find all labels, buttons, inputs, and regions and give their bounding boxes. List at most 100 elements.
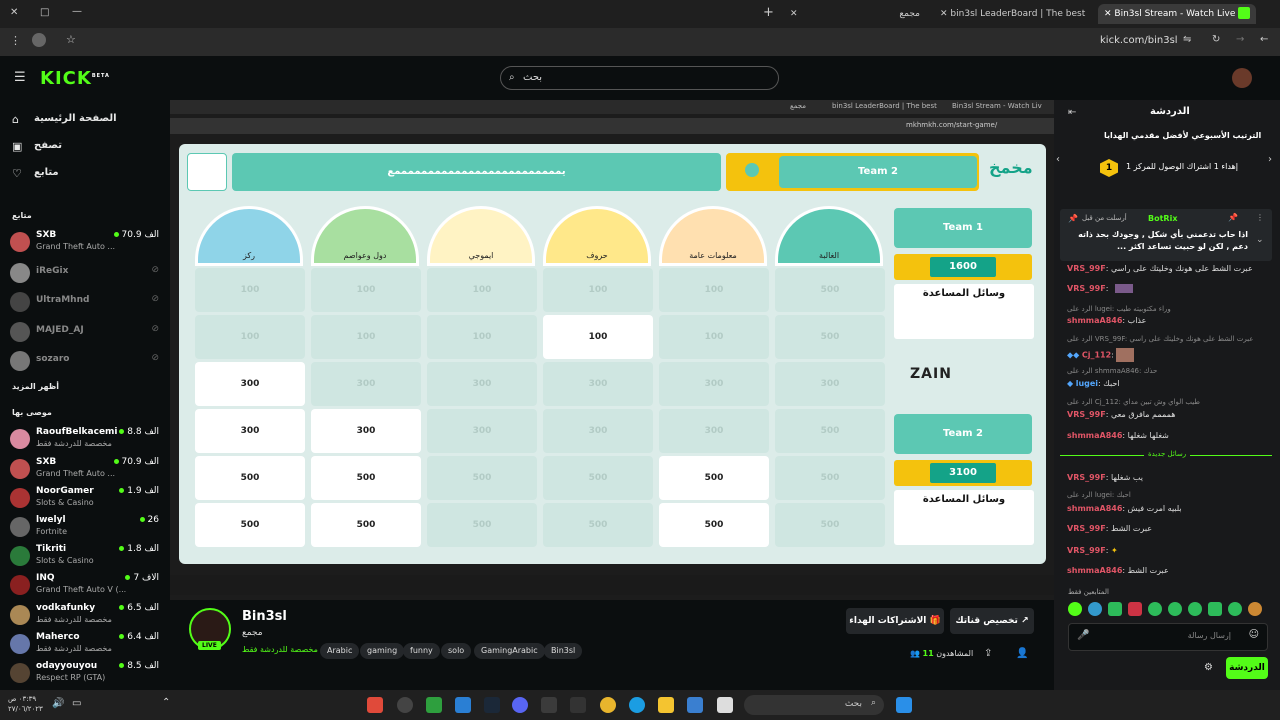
tab-close-icon[interactable]: ✕ bbox=[1104, 9, 1112, 19]
tag[interactable]: Arabic bbox=[320, 643, 360, 659]
sidebar-item-browse[interactable]: تصفح bbox=[34, 140, 62, 151]
emote-icon[interactable] bbox=[1068, 602, 1082, 616]
tag[interactable]: gaming bbox=[360, 643, 405, 659]
chrome-icon[interactable] bbox=[600, 697, 616, 713]
channel-name: iReGix bbox=[36, 266, 69, 276]
browser-tab-1[interactable]: ✕ مجمع bbox=[790, 4, 920, 24]
profile-icon[interactable] bbox=[32, 33, 46, 47]
emote-icon[interactable] bbox=[1168, 602, 1182, 616]
more-options-icon[interactable]: ⋮ bbox=[1256, 213, 1264, 222]
chat-settings-gear-icon[interactable]: ⚙ bbox=[1204, 662, 1213, 673]
emote-icon[interactable] bbox=[1208, 602, 1222, 616]
question-cell: 300 bbox=[659, 362, 769, 406]
following-channel[interactable]: MAJED_AJ ⊘ bbox=[10, 320, 165, 342]
app-icon[interactable] bbox=[455, 697, 471, 713]
bookmark-star-icon[interactable]: ☆ bbox=[66, 33, 76, 46]
discord-icon[interactable] bbox=[512, 697, 528, 713]
user-avatar[interactable] bbox=[1232, 68, 1252, 88]
minimize-icon[interactable]: — bbox=[72, 6, 82, 17]
emote-icon[interactable] bbox=[1148, 602, 1162, 616]
steam-icon[interactable] bbox=[484, 697, 500, 713]
gift-subscriptions-button[interactable]: الاشتراكات الهداء 🎁 bbox=[846, 608, 944, 634]
brave-browser-icon[interactable] bbox=[367, 697, 383, 713]
app-icon[interactable] bbox=[687, 697, 703, 713]
app-icon[interactable] bbox=[541, 697, 557, 713]
tag[interactable]: solo bbox=[441, 643, 472, 659]
emote-icon[interactable] bbox=[1128, 602, 1142, 616]
following-channel[interactable]: sozaro ⊘ bbox=[10, 349, 165, 371]
epic-games-icon[interactable] bbox=[570, 697, 586, 713]
microphone-icon[interactable]: 🎤 bbox=[1077, 630, 1089, 641]
tag[interactable]: funny bbox=[403, 643, 440, 659]
search-bar[interactable]: ⌕ بحث bbox=[500, 66, 779, 90]
recommended-channel[interactable]: lwelyl Fortnite 26 bbox=[10, 515, 165, 537]
pinned-message[interactable]: 📌 أرسلت من قبل BotRix 📌 ⋮ اذا حاب تدعمني… bbox=[1060, 209, 1272, 261]
chat-input[interactable]: 🎤 إرسال رسالة ☺ bbox=[1068, 623, 1268, 651]
following-channel[interactable]: SXB Grand Theft Auto ... 70.9 الف bbox=[10, 230, 165, 252]
expand-icon[interactable]: ⌄ bbox=[1256, 235, 1264, 245]
recommended-channel[interactable]: NoorGamer Slots & Casino 1.9 الف bbox=[10, 486, 165, 508]
browser-tab-2[interactable]: ✕ bin3sl LeaderBoard | The best bbox=[940, 4, 1090, 24]
new-tab-icon[interactable]: + bbox=[763, 5, 774, 20]
question-cell: 500 bbox=[659, 503, 769, 547]
url-field[interactable]: kick.com/bin3sl bbox=[1100, 35, 1178, 46]
recommended-channel[interactable]: INQ Grand Theft Auto V (... 7 الاف bbox=[10, 573, 165, 595]
edge-icon[interactable] bbox=[629, 697, 645, 713]
xbox-icon[interactable] bbox=[426, 697, 442, 713]
network-icon[interactable]: ▭ bbox=[72, 698, 81, 709]
close-window-icon[interactable]: ✕ bbox=[10, 7, 18, 18]
reload-icon[interactable]: ↻ bbox=[1212, 34, 1220, 45]
hamburger-menu-icon[interactable]: ☰ bbox=[14, 70, 26, 85]
share-icon[interactable]: ⇪ bbox=[984, 648, 992, 659]
taskbar-search[interactable]: بحث ⌕ bbox=[744, 695, 884, 715]
leaderboard-prev-icon[interactable]: ‹ bbox=[1056, 154, 1060, 165]
unpin-icon[interactable]: 📌 bbox=[1228, 213, 1238, 222]
maximize-icon[interactable]: □ bbox=[40, 7, 49, 18]
stream-category-link[interactable]: مخصصة للدردشة فقط bbox=[242, 645, 318, 654]
menu-dots-icon[interactable]: ⋮ bbox=[10, 34, 21, 47]
following-channel[interactable]: iReGix ⊘ bbox=[10, 261, 165, 283]
channel-name: RaoufBelkacemi bbox=[36, 427, 118, 437]
kick-logo[interactable]: KICKBETA bbox=[40, 68, 110, 89]
recommended-channel[interactable]: Tikriti Slots & Casino 1.8 الف bbox=[10, 544, 165, 566]
show-more-link[interactable]: أظهر المزيد bbox=[12, 382, 59, 391]
extensions-icon[interactable]: ⇋ bbox=[1183, 34, 1191, 45]
question-cell: 300 bbox=[543, 409, 653, 453]
volume-icon[interactable]: 🔊 bbox=[52, 698, 64, 709]
emoji-picker-icon[interactable]: ☺ bbox=[1249, 629, 1259, 640]
file-explorer-icon[interactable] bbox=[658, 697, 674, 713]
recommended-channel[interactable]: RaoufBelkacemi مخصصة للدردشة فقط 8.8 الف bbox=[10, 427, 165, 449]
chat-send-button[interactable]: الدردشة bbox=[1226, 657, 1268, 679]
recommended-channel[interactable]: vodkafunky مخصصة للدردشة فقط 6.5 الف bbox=[10, 603, 165, 625]
recommended-channel[interactable]: odayyouyou Respect RP (GTA) 8.5 الف bbox=[10, 661, 165, 683]
emote-icon[interactable] bbox=[1228, 602, 1242, 616]
emote-icon[interactable] bbox=[1108, 602, 1122, 616]
recommended-channel[interactable]: Maherco مخصصة للدردشة فقط 6.4 الف bbox=[10, 632, 165, 654]
browser-tab-3-active[interactable]: ✕ Bin3sl Stream - Watch Live on bbox=[1098, 4, 1256, 24]
new-messages-label: رسائل جديدة bbox=[1144, 450, 1191, 458]
sidebar-item-home[interactable]: الصفحة الرئيسية bbox=[34, 113, 117, 124]
browse-icon: ▣ bbox=[12, 140, 23, 153]
taskbar-clock[interactable]: ٠٣:٣٩ ص ٢٧/٠٦/٢٠٢٣ bbox=[8, 694, 43, 714]
tag[interactable]: GamingArabic bbox=[474, 643, 545, 659]
emote-icon[interactable] bbox=[1248, 602, 1262, 616]
leaderboard-next-icon[interactable]: › bbox=[1268, 154, 1272, 165]
tray-expand-icon[interactable]: ⌃ bbox=[162, 697, 170, 708]
tag[interactable]: Bin3sl bbox=[544, 643, 583, 659]
emote-icon[interactable] bbox=[1188, 602, 1202, 616]
app-icon[interactable] bbox=[397, 697, 413, 713]
forward-icon[interactable]: → bbox=[1236, 34, 1244, 45]
recommended-channel[interactable]: SXB Grand Theft Auto ... 70.9 الف bbox=[10, 457, 165, 479]
follow-icon[interactable]: 👤 bbox=[1016, 648, 1028, 659]
windows-start-icon[interactable] bbox=[896, 697, 912, 713]
task-view-icon[interactable] bbox=[717, 697, 733, 713]
collapse-chat-icon[interactable]: ⇤ bbox=[1068, 107, 1076, 118]
customize-channel-button[interactable]: تخصيص قناتك ↗ bbox=[950, 608, 1034, 634]
tab-close-icon[interactable]: ✕ bbox=[790, 4, 798, 24]
sidebar-item-following[interactable]: متابع bbox=[34, 167, 59, 178]
stream-address-bar: mkhmkh.com/start-game/ bbox=[170, 118, 1054, 134]
back-icon[interactable]: ← bbox=[1260, 34, 1268, 45]
tab-close-icon[interactable]: ✕ bbox=[940, 9, 948, 19]
emote-icon[interactable] bbox=[1088, 602, 1102, 616]
following-channel[interactable]: UltraMhnd ⊘ bbox=[10, 290, 165, 312]
